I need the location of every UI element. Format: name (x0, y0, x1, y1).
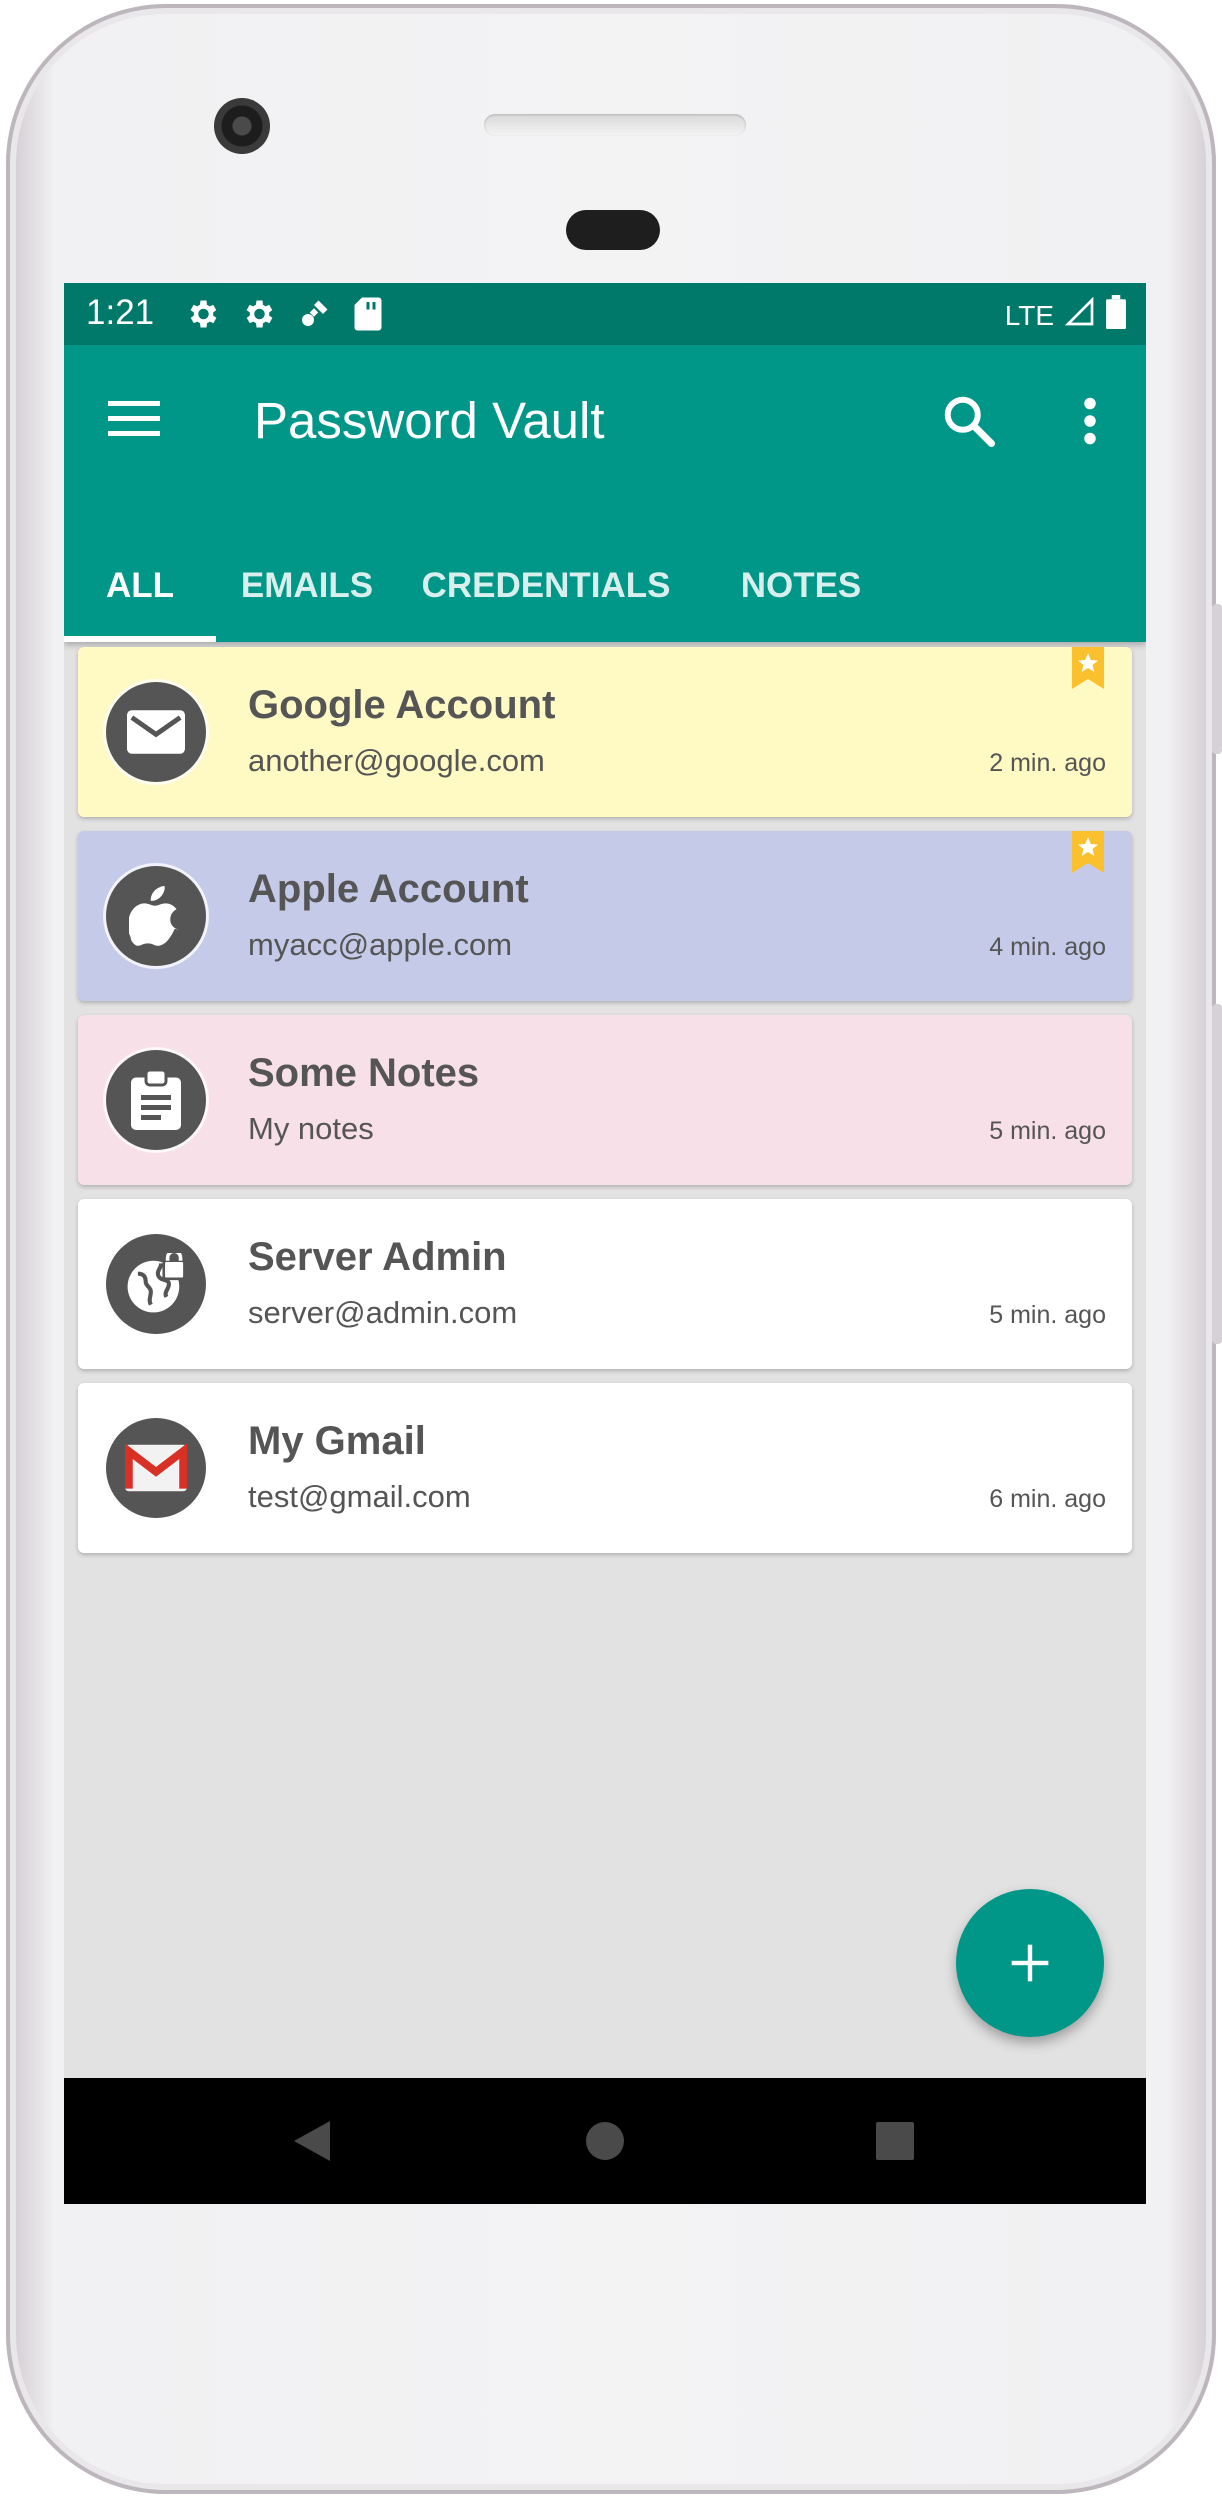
tab-emails[interactable]: EMAILS (216, 530, 398, 642)
entry-name: Some Notes (248, 1051, 480, 1095)
list-item-google-account[interactable]: Google Account another@google.com 2 min.… (78, 647, 1132, 817)
tab-label: NOTES (740, 566, 862, 605)
list-item-server-admin[interactable]: Server Admin server@admin.com 5 min. ago (78, 1199, 1132, 1369)
tab-label: ALL (105, 566, 175, 605)
tab-label: CREDENTIALS (421, 566, 671, 605)
entry-avatar (106, 866, 206, 966)
more-options-button[interactable] (1070, 391, 1110, 451)
more-vert-icon (1084, 397, 1096, 445)
sd-card-icon (352, 296, 384, 337)
status-right: LTE (1005, 295, 1126, 336)
entry-avatar (106, 1234, 206, 1334)
network-label: LTE (1004, 299, 1054, 331)
app-bar: Password Vault ALL EMAILS CREDENTIALS NO… (64, 345, 1146, 642)
entries-list: Google Account another@google.com 2 min.… (78, 647, 1132, 1567)
notification-icons (184, 296, 384, 337)
entry-time: 2 min. ago (989, 749, 1106, 777)
tab-label: EMAILS (240, 566, 374, 605)
earpiece (566, 210, 660, 250)
clipboard-icon (131, 1070, 181, 1130)
entry-detail: another@google.com (248, 743, 545, 778)
status-bar: 1:21 LTE (64, 283, 1146, 345)
signal-icon (1064, 296, 1096, 335)
gmail-icon (125, 1444, 187, 1492)
home-icon (586, 2122, 624, 2160)
settings-icon (240, 296, 276, 337)
tab-notes[interactable]: NOTES (694, 530, 908, 642)
tab-credentials[interactable]: CREDENTIALS (398, 530, 694, 642)
entry-time: 5 min. ago (989, 1117, 1106, 1145)
add-entry-button[interactable] (956, 1889, 1104, 2037)
search-button[interactable] (939, 391, 999, 451)
apple-icon (129, 886, 179, 946)
list-item-my-gmail[interactable]: My Gmail test@gmail.com 6 min. ago (78, 1383, 1132, 1553)
entry-name: Google Account (248, 683, 556, 727)
entry-avatar (106, 1050, 206, 1150)
entry-detail: test@gmail.com (248, 1479, 471, 1514)
entry-time: 5 min. ago (989, 1301, 1106, 1329)
screen: 1:21 LTE Password Vault ALL EMAILS CREDE… (64, 283, 1146, 2204)
search-icon (944, 396, 995, 447)
entry-name: Apple Account (248, 867, 529, 911)
entry-avatar (106, 1418, 206, 1518)
side-button (1212, 1004, 1222, 1344)
favorite-bookmark-icon[interactable] (1072, 831, 1104, 873)
list-item-some-notes[interactable]: Some Notes My notes 5 min. ago (78, 1015, 1132, 1185)
tab-all[interactable]: ALL (64, 530, 216, 642)
entry-name: My Gmail (248, 1419, 426, 1463)
favorite-bookmark-icon[interactable] (1072, 647, 1104, 689)
settings-icon (184, 296, 220, 337)
battery-icon (1106, 295, 1126, 336)
menu-icon (108, 401, 160, 436)
recents-button[interactable] (865, 2111, 925, 2171)
recents-icon (876, 2122, 914, 2160)
list-item-apple-account[interactable]: Apple Account myacc@apple.com 4 min. ago (78, 831, 1132, 1001)
entry-detail: My notes (248, 1111, 374, 1146)
page-title: Password Vault (254, 392, 605, 449)
satellite-icon (296, 296, 332, 337)
front-camera (214, 98, 270, 154)
entry-time: 4 min. ago (989, 933, 1106, 961)
volume-button (1212, 604, 1222, 754)
entry-avatar (106, 682, 206, 782)
navigation-bar (64, 2078, 1146, 2204)
back-button[interactable] (282, 2111, 342, 2171)
entry-time: 6 min. ago (989, 1485, 1106, 1513)
plus-icon (1011, 1944, 1049, 1982)
status-time: 1:21 (86, 293, 155, 332)
globe-lock-icon (127, 1253, 186, 1313)
email-icon (127, 710, 185, 754)
back-icon (294, 2121, 330, 2161)
menu-button[interactable] (108, 397, 162, 441)
entry-detail: server@admin.com (248, 1295, 518, 1330)
tab-bar: ALL EMAILS CREDENTIALS NOTES (64, 530, 908, 642)
entry-name: Server Admin (248, 1235, 507, 1279)
home-button[interactable] (575, 2111, 635, 2171)
entry-detail: myacc@apple.com (248, 927, 513, 962)
speaker-grill (484, 114, 746, 136)
